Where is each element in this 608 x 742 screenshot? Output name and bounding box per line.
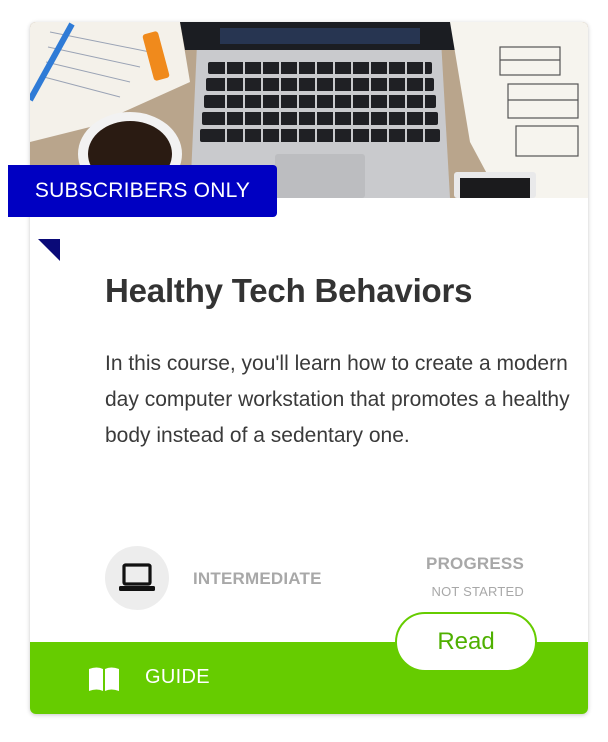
course-title: Healthy Tech Behaviors [105, 272, 473, 309]
course-description: In this course, you'll learn how to crea… [105, 352, 570, 447]
progress-label: PROGRESS [426, 554, 524, 573]
book-icon [89, 667, 119, 691]
difficulty-level: INTERMEDIATE [193, 569, 322, 588]
badge-label: SUBSCRIBERS ONLY [34, 179, 251, 202]
read-button[interactable]: Read [395, 612, 537, 672]
content-type-label: GUIDE [145, 666, 210, 688]
level-icon-circle [105, 546, 169, 610]
progress-status: NOT STARTED [431, 584, 524, 599]
subscribers-only-badge: SUBSCRIBERS ONLY [8, 165, 277, 217]
badge-ribbon-fold [38, 239, 60, 261]
laptop-icon [119, 563, 155, 591]
course-card[interactable]: Healthy Tech Behaviors In this course, y… [30, 22, 588, 714]
